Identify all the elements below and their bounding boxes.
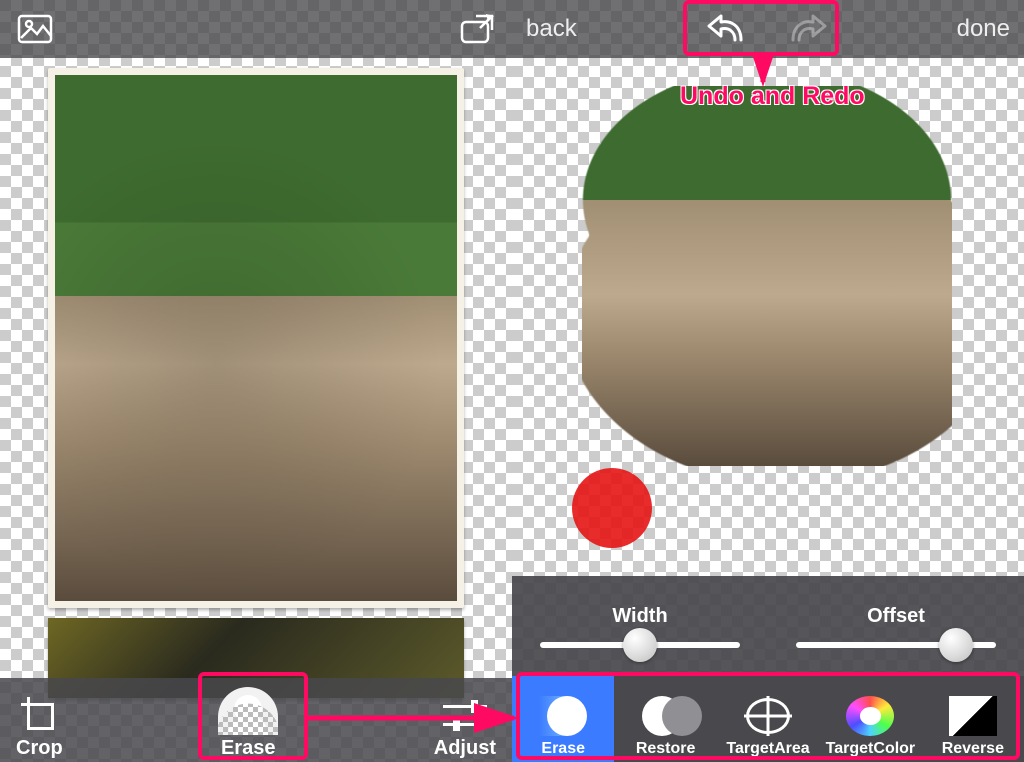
undo-icon — [705, 12, 747, 46]
brush-indicator[interactable] — [572, 468, 652, 548]
slider-row: Width Offset — [512, 576, 1024, 676]
tool-reverse-label: Reverse — [942, 740, 1004, 758]
erase-icon — [218, 687, 278, 735]
photo-cat — [55, 75, 457, 601]
tool-target-area[interactable]: TargetArea — [717, 676, 819, 762]
erase-tool[interactable]: Erase — [218, 687, 278, 760]
width-slider-knob[interactable] — [623, 628, 657, 662]
app-root: Crop Erase Adjust back — [0, 0, 1024, 762]
done-button[interactable]: done — [957, 15, 1010, 43]
tool-restore[interactable]: Restore — [614, 676, 716, 762]
gallery-button[interactable] — [14, 8, 56, 50]
crop-tool[interactable]: Crop — [16, 695, 63, 760]
width-slider[interactable] — [540, 642, 740, 648]
undo-button[interactable] — [705, 8, 747, 50]
redo-button[interactable] — [787, 8, 829, 50]
gallery-icon — [17, 14, 53, 44]
right-canvas[interactable] — [512, 58, 1024, 576]
tool-target-color-icon — [846, 696, 894, 736]
offset-slider[interactable] — [796, 642, 996, 648]
right-pane: back done Width — [512, 0, 1024, 762]
crop-label: Crop — [16, 737, 63, 760]
tool-reverse[interactable]: Reverse — [922, 676, 1024, 762]
tool-target-color[interactable]: TargetColor — [819, 676, 921, 762]
cutout-preview — [582, 86, 952, 466]
left-topbar — [0, 0, 512, 58]
tool-erase-icon — [539, 696, 587, 736]
crop-icon — [19, 695, 59, 735]
annotation-undoredo-label: Undo and Redo — [680, 82, 865, 111]
tool-reverse-icon — [949, 696, 997, 736]
back-button[interactable]: back — [526, 15, 577, 43]
erase-label: Erase — [221, 737, 276, 760]
left-pane: Crop Erase Adjust — [0, 0, 512, 762]
tool-target-color-label: TargetColor — [826, 740, 915, 758]
offset-slider-knob[interactable] — [939, 628, 973, 662]
tool-restore-label: Restore — [636, 740, 696, 758]
photo-frame — [48, 68, 464, 608]
left-canvas[interactable] — [0, 58, 512, 678]
tool-erase-label: Erase — [541, 740, 585, 758]
redo-icon — [787, 12, 829, 46]
annotation-arrow-erase-to-tools — [300, 700, 530, 740]
adjust-label: Adjust — [434, 737, 496, 760]
tool-target-area-label: TargetArea — [726, 740, 809, 758]
share-icon — [458, 12, 496, 46]
offset-slider-label: Offset — [867, 605, 925, 628]
tool-row: Erase Restore TargetArea TargetColor Rev… — [512, 676, 1024, 762]
share-button[interactable] — [456, 8, 498, 50]
right-topbar: back done — [512, 0, 1024, 58]
width-slider-label: Width — [612, 605, 667, 628]
tool-restore-icon — [642, 696, 690, 736]
tool-target-area-icon — [744, 696, 792, 736]
